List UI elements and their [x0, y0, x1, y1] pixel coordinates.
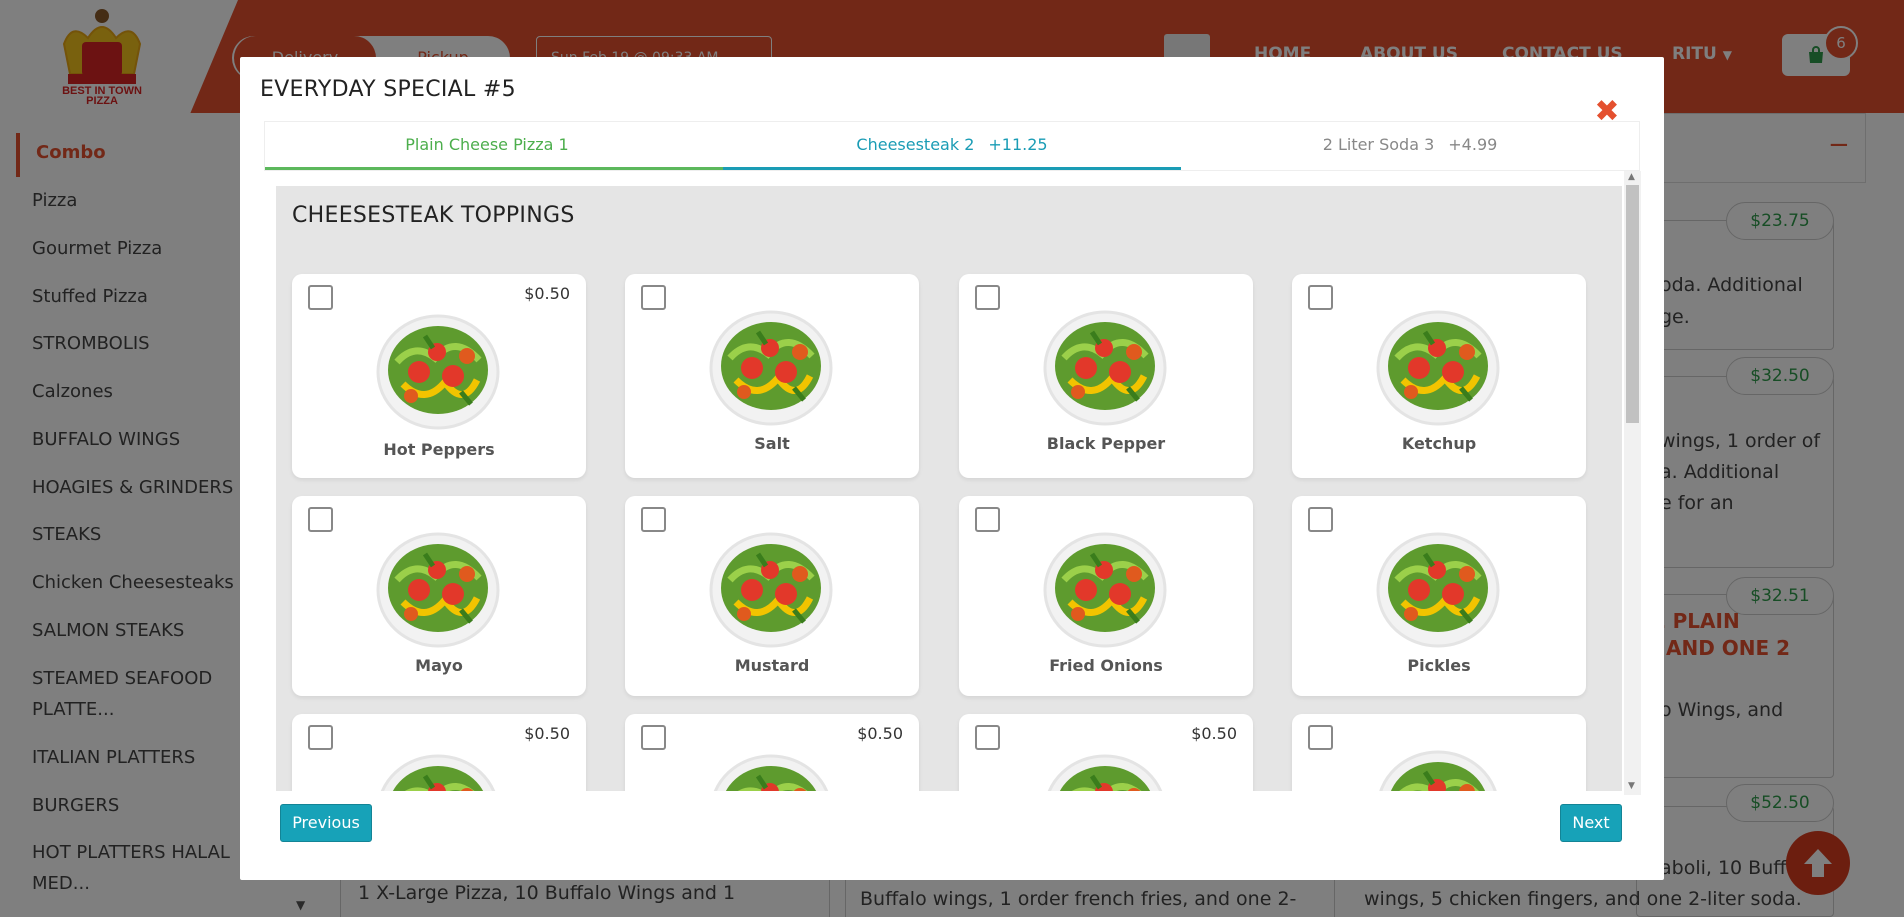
- topping-image: [375, 312, 501, 430]
- topping-image: [1042, 308, 1168, 426]
- topping-name: Pickles: [1407, 656, 1471, 675]
- topping-image: [708, 530, 834, 648]
- topping-checkbox[interactable]: [641, 725, 666, 750]
- topping-checkbox[interactable]: [975, 725, 1000, 750]
- tab-label: Plain Cheese Pizza 1: [405, 135, 569, 154]
- topping-checkbox[interactable]: [641, 507, 666, 532]
- topping-card[interactable]: $0.50: [292, 714, 586, 791]
- topping-name: Fried Onions: [1049, 656, 1163, 675]
- topping-image: [1375, 748, 1501, 791]
- topping-card[interactable]: [1292, 714, 1586, 791]
- tab-cheesesteak[interactable]: Cheesesteak 2 +11.25: [723, 122, 1181, 170]
- tab-extra-price: +4.99: [1448, 135, 1498, 154]
- topping-image: [1042, 530, 1168, 648]
- topping-checkbox[interactable]: [308, 285, 333, 310]
- topping-name: Salt: [754, 434, 790, 453]
- scrollbar-thumb[interactable]: [1626, 185, 1639, 423]
- topping-card[interactable]: Mustard: [625, 496, 919, 696]
- toppings-scroll-area[interactable]: CHEESESTEAK TOPPINGS $0.50 Hot Peppers S…: [276, 186, 1622, 791]
- topping-card[interactable]: Mayo: [292, 496, 586, 696]
- topping-checkbox[interactable]: [975, 507, 1000, 532]
- topping-checkbox[interactable]: [1308, 725, 1333, 750]
- topping-price: $0.50: [857, 724, 903, 743]
- topping-image: [708, 752, 834, 791]
- topping-image: [375, 752, 501, 791]
- topping-price: $0.50: [524, 724, 570, 743]
- modal-title: EVERYDAY SPECIAL #5: [260, 77, 516, 102]
- topping-card[interactable]: Fried Onions: [959, 496, 1253, 696]
- topping-card[interactable]: Pickles: [1292, 496, 1586, 696]
- previous-button[interactable]: Previous: [280, 804, 372, 842]
- combo-item-tabs: Plain Cheese Pizza 1 Cheesesteak 2 +11.25…: [264, 121, 1640, 171]
- topping-checkbox[interactable]: [308, 507, 333, 532]
- topping-name: Hot Peppers: [383, 440, 495, 459]
- topping-image: [1375, 530, 1501, 648]
- scroll-up-icon[interactable]: ▲: [1628, 172, 1635, 182]
- topping-name: Ketchup: [1401, 434, 1477, 453]
- topping-price: $0.50: [524, 284, 570, 303]
- topping-image: [1042, 752, 1168, 791]
- modal-scrollbar[interactable]: ▲ ▼: [1624, 171, 1641, 795]
- topping-price: $0.50: [1191, 724, 1237, 743]
- topping-image: [1375, 308, 1501, 426]
- topping-checkbox[interactable]: [1308, 285, 1333, 310]
- topping-card[interactable]: Salt: [625, 274, 919, 478]
- scroll-down-icon[interactable]: ▼: [1628, 781, 1635, 791]
- topping-checkbox[interactable]: [1308, 507, 1333, 532]
- tab-2-liter-soda[interactable]: 2 Liter Soda 3 +4.99: [1181, 122, 1639, 170]
- tab-label: Cheesesteak 2: [856, 135, 975, 154]
- section-title: CHEESESTEAK TOPPINGS: [292, 203, 575, 228]
- topping-card[interactable]: $0.50: [959, 714, 1253, 791]
- topping-checkbox[interactable]: [308, 725, 333, 750]
- tab-plain-cheese-pizza[interactable]: Plain Cheese Pizza 1: [265, 122, 723, 170]
- next-button[interactable]: Next: [1560, 804, 1622, 842]
- topping-card[interactable]: Black Pepper: [959, 274, 1253, 478]
- topping-image: [708, 308, 834, 426]
- topping-name: Black Pepper: [1046, 434, 1166, 453]
- tab-label: 2 Liter Soda 3: [1322, 135, 1435, 154]
- topping-image: [375, 530, 501, 648]
- topping-card[interactable]: Ketchup: [1292, 274, 1586, 478]
- tab-extra-price: +11.25: [988, 135, 1048, 154]
- topping-checkbox[interactable]: [975, 285, 1000, 310]
- topping-checkbox[interactable]: [641, 285, 666, 310]
- topping-name: Mayo: [415, 656, 463, 675]
- topping-name: Mustard: [734, 656, 810, 675]
- topping-card[interactable]: $0.50 Hot Peppers: [292, 274, 586, 478]
- combo-options-modal: EVERYDAY SPECIAL #5 ✖ Plain Cheese Pizza…: [240, 57, 1664, 880]
- topping-card[interactable]: $0.50: [625, 714, 919, 791]
